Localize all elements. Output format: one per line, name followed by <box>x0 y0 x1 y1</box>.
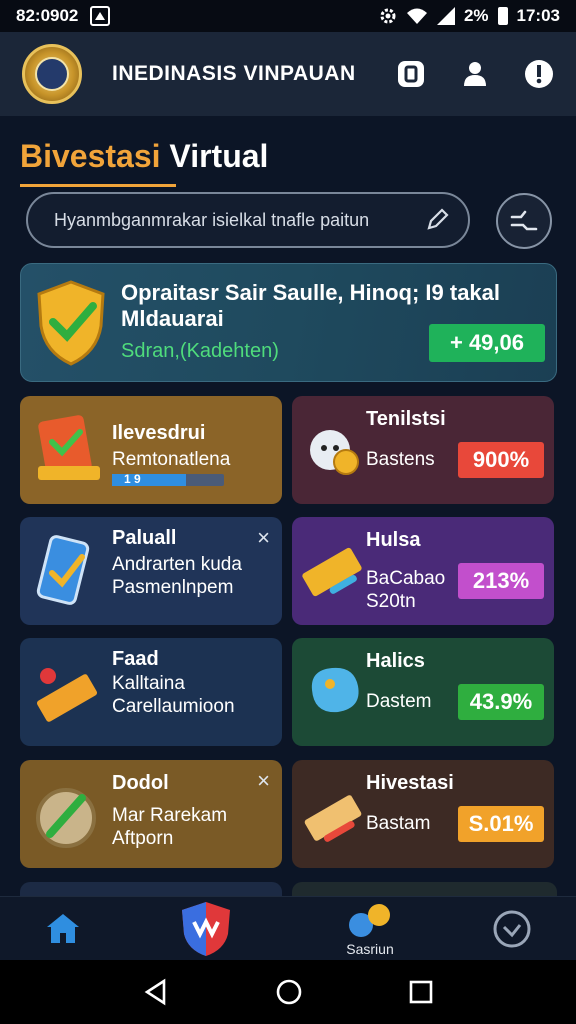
card-faad[interactable]: Faad Kalltaina Carellaumioon <box>20 638 282 746</box>
user-icon <box>464 62 486 86</box>
signal-icon <box>436 7 455 25</box>
battery-percent: 2% <box>463 6 489 25</box>
card-ilevesdrui[interactable]: Ilevesdrui Remtonatlena 1 9 <box>20 396 282 504</box>
card-partial <box>20 882 282 896</box>
ticket-key-icon <box>36 668 98 722</box>
document-icon <box>398 61 424 87</box>
card-halics[interactable]: Halics Dastem 43.9% <box>292 638 554 746</box>
close-icon[interactable]: × <box>257 525 270 551</box>
battery-icon <box>497 7 508 25</box>
featured-value-badge: + 49,06 <box>429 324 545 362</box>
nav-home[interactable] <box>38 897 88 961</box>
wifi-icon <box>406 8 427 24</box>
card-line: Aftporn <box>112 828 174 849</box>
info-button[interactable] <box>522 57 556 91</box>
search-placeholder: Hyanmbganmrakar isielkal tnafle paitun <box>54 209 370 230</box>
document-button[interactable] <box>394 57 428 91</box>
card-title: Halics <box>366 650 425 672</box>
recents-icon[interactable] <box>408 979 434 1005</box>
settings-gear-icon <box>380 8 396 24</box>
card-hivestasi[interactable]: Hivestasi Bastam S.01% <box>292 760 554 868</box>
profile-button[interactable] <box>458 57 492 91</box>
card-line: Bastam <box>366 813 431 834</box>
nav-label: Sasriun <box>346 941 394 957</box>
card-line: Andrarten kuda <box>112 554 242 575</box>
card-line: BaCabao <box>366 568 446 589</box>
card-title: Ilevesdrui <box>112 422 206 444</box>
card-paluall[interactable]: Paluall Andrarten kuda Pasmenlnpem × <box>20 517 282 625</box>
shield-logo-icon <box>182 902 230 956</box>
card-badge: 900% <box>458 442 544 478</box>
back-icon[interactable] <box>142 978 170 1006</box>
nav-shield[interactable] <box>176 897 236 961</box>
card-badge: 213% <box>458 563 544 599</box>
card-line: Mar Rarekam <box>112 805 228 826</box>
card-line: S20tn <box>366 591 416 612</box>
featured-subtitle: Sdran,(Kadehten) <box>121 340 279 362</box>
shield-check-icon <box>37 280 105 366</box>
card-line: Bastens <box>366 449 435 470</box>
card-badge: 43.9% <box>458 684 544 720</box>
card-tenilstsi[interactable]: Tenilstsi Bastens 900% <box>292 396 554 504</box>
clock-icon <box>493 910 531 948</box>
compass-pen-icon <box>36 788 96 848</box>
phone-check-icon <box>36 535 90 605</box>
edit-pencil-icon[interactable] <box>424 207 450 233</box>
card-line: Carellaumioon <box>112 696 235 717</box>
page-title-accent: Bivestasi <box>20 138 161 174</box>
card-dodol[interactable]: Dodol Mar Rarekam Aftporn × <box>20 760 282 868</box>
close-icon[interactable]: × <box>257 768 270 794</box>
home-icon <box>47 914 79 943</box>
card-title: Dodol <box>112 772 169 794</box>
card-line: Remtonatlena <box>112 449 231 470</box>
card-line: Pasmenlnpem <box>112 577 234 598</box>
title-underline <box>20 184 176 187</box>
page-title-rest: Virtual <box>160 138 269 174</box>
featured-card[interactable]: Opraitasr Sair Saulle, Hinoq; I9 takal M… <box>20 263 557 382</box>
bottom-nav: Sasriun <box>0 896 576 960</box>
filter-icon <box>510 210 538 231</box>
card-title: Hulsa <box>366 529 421 551</box>
card-partial <box>292 882 557 896</box>
status-time-left: 82:0902 <box>16 6 79 25</box>
search-field[interactable]: Hyanmbganmrakar isielkal tnafle paitun <box>26 192 470 248</box>
card-hulsa[interactable]: Hulsa BaCabao S20tn 213% <box>292 517 554 625</box>
app-bar: INEDINASIS VINPAUAN <box>0 32 576 116</box>
app-logo[interactable] <box>22 44 82 104</box>
status-time-right: 17:03 <box>516 6 560 25</box>
nav-sasriun[interactable]: Sasriun <box>330 897 410 961</box>
notification-icon <box>90 6 111 26</box>
page-title: Bivestasi Virtual <box>20 138 268 175</box>
card-badge: S.01% <box>458 806 544 842</box>
home-circle-icon[interactable] <box>275 978 303 1006</box>
app-title: INEDINASIS VINPAUAN <box>112 62 356 85</box>
card-line: Kalltaina <box>112 673 185 694</box>
info-icon <box>525 60 553 88</box>
card-line: Dastem <box>366 691 432 712</box>
status-bar: 82:0902 2% 17:03 <box>0 0 576 32</box>
card-title: Tenilstsi <box>366 408 446 430</box>
card-title: Faad <box>112 648 159 670</box>
coins-icon <box>349 904 390 937</box>
ballot-check-icon <box>38 415 100 480</box>
progress-label: 1 9 <box>124 472 141 486</box>
filter-button[interactable] <box>496 193 552 249</box>
card-title: Paluall <box>112 527 177 549</box>
system-nav-bar <box>0 960 576 1024</box>
nav-history[interactable] <box>490 897 534 961</box>
card-title: Hivestasi <box>366 772 454 794</box>
